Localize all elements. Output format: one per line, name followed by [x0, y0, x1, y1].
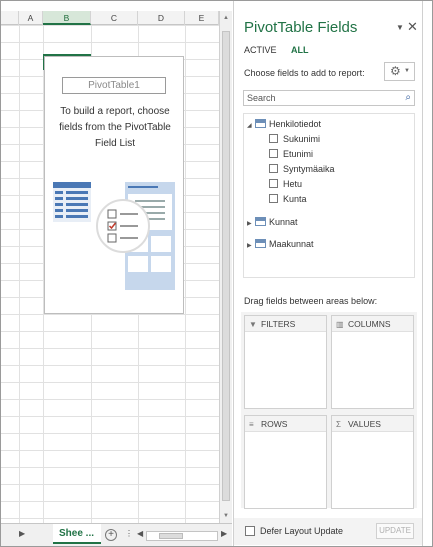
column-header-a[interactable]: A [19, 11, 43, 25]
values-area[interactable]: Σ VALUES [331, 415, 414, 509]
defer-layout-label: Defer Layout Update [260, 526, 344, 536]
select-all-corner[interactable] [1, 11, 19, 25]
chevron-down-icon[interactable]: ▼ [396, 23, 404, 32]
pivottable-fields-pane: PivotTable Fields ▼ ✕ ACTIVE ALL Choose … [233, 1, 422, 546]
columns-area-header: ▥ COLUMNS [332, 316, 413, 332]
tools-button[interactable]: ⚙ ▼ [384, 62, 415, 81]
field-checkbox[interactable] [269, 179, 278, 188]
field-label: Hetu [283, 179, 303, 189]
vertical-scrollbar[interactable]: ▲ ▼ [219, 11, 232, 523]
field-list: ◢ Henkilotiedot Sukunimi Etunimi Syntymäa… [243, 113, 415, 278]
tab-all[interactable]: ALL [291, 45, 309, 55]
chevron-down-icon: ▼ [404, 68, 410, 74]
column-header-b[interactable]: B [43, 11, 91, 25]
column-header-e[interactable]: E [185, 11, 219, 25]
scroll-down-icon[interactable]: ▼ [220, 511, 232, 521]
horizontal-scroll-thumb[interactable] [159, 533, 183, 539]
expand-icon[interactable]: ▶ [247, 240, 255, 253]
pivot-placeholder[interactable]: PivotTable1 To build a report, choose fi… [44, 56, 184, 314]
pivot-instruction: To build a report, choose fields from th… [59, 106, 171, 149]
field-checkbox[interactable] [269, 134, 278, 143]
pane-footer: Defer Layout Update UPDATE [234, 518, 422, 545]
horizontal-scrollbar[interactable] [146, 531, 218, 541]
values-area-header: Σ VALUES [332, 416, 413, 432]
values-label: VALUES [348, 419, 381, 429]
filter-icon: ▼ [249, 320, 257, 329]
field-checkbox[interactable] [269, 194, 278, 203]
close-icon[interactable]: ✕ [407, 19, 418, 35]
sheet-nav-right-icon[interactable]: ▶ [19, 529, 25, 538]
filters-label: FILTERS [261, 319, 296, 329]
columns-icon: ▥ [336, 320, 344, 329]
field-label: Etunimi [283, 149, 314, 159]
table-name: Maakunnat [269, 239, 314, 249]
field-sukunimi[interactable]: Sukunimi [269, 133, 320, 146]
expand-icon[interactable]: ▶ [247, 218, 255, 231]
sheet-tab-bar: ▶ Shee ... + ⋮ ◀ ▶ [1, 523, 232, 546]
search-input[interactable] [244, 91, 394, 105]
field-hetu[interactable]: Hetu [269, 178, 302, 191]
defer-layout-checkbox[interactable] [245, 526, 255, 536]
table-icon [255, 119, 266, 128]
gear-icon: ⚙ [390, 64, 401, 78]
field-checkbox[interactable] [269, 164, 278, 173]
drag-fields-label: Drag fields between areas below: [244, 296, 378, 306]
search-field[interactable]: ⌕ [243, 90, 415, 106]
column-header-c[interactable]: C [91, 11, 138, 25]
rows-label: ROWS [261, 419, 288, 429]
field-checkbox[interactable] [269, 149, 278, 158]
field-label: Kunta [283, 194, 307, 204]
column-headers: A B C D E [1, 11, 219, 25]
update-button[interactable]: UPDATE [376, 523, 414, 539]
sigma-icon: Σ [336, 420, 341, 429]
filters-area-header: ▼ FILTERS [245, 316, 326, 332]
table-name: Kunnat [269, 217, 298, 227]
table-icon [255, 239, 266, 248]
table-icon [255, 217, 266, 226]
field-kunta[interactable]: Kunta [269, 193, 307, 206]
field-syntymaaika[interactable]: Syntymäaika [269, 163, 335, 176]
columns-area[interactable]: ▥ COLUMNS [331, 315, 414, 409]
scroll-right-icon[interactable]: ▶ [221, 529, 227, 538]
tab-active[interactable]: ACTIVE [244, 45, 277, 55]
sheet-tab-active[interactable]: Shee ... [53, 524, 101, 544]
filters-area[interactable]: ▼ FILTERS [244, 315, 327, 409]
table-row-maakunnat[interactable]: ▶ Maakunnat [247, 238, 314, 251]
add-sheet-button[interactable]: + [105, 529, 117, 541]
rows-icon: ≡ [249, 420, 254, 429]
scroll-up-icon[interactable]: ▲ [220, 13, 232, 23]
choose-fields-label: Choose fields to add to report: [244, 68, 365, 78]
worksheet-area: A B C D E PivotTable1 To build a report,… [1, 1, 232, 546]
vertical-scroll-thumb[interactable] [222, 31, 230, 501]
rows-area[interactable]: ≡ ROWS [244, 415, 327, 509]
table-row-kunnat[interactable]: ▶ Kunnat [247, 216, 298, 229]
column-header-d[interactable]: D [138, 11, 185, 25]
columns-label: COLUMNS [348, 319, 391, 329]
pivot-table-name: PivotTable1 [62, 77, 166, 94]
more-options-icon[interactable]: ⋮ [125, 529, 133, 538]
field-etunimi[interactable]: Etunimi [269, 148, 313, 161]
field-label: Syntymäaika [283, 164, 335, 174]
rows-area-header: ≡ ROWS [245, 416, 326, 432]
field-label: Sukunimi [283, 134, 321, 144]
pane-title: PivotTable Fields [244, 19, 358, 36]
search-icon[interactable]: ⌕ [405, 92, 411, 103]
table-row-henkilotiedot[interactable]: ◢ Henkilotiedot [247, 118, 321, 131]
scroll-left-icon[interactable]: ◀ [137, 529, 143, 538]
table-name: Henkilotiedot [269, 119, 322, 129]
pivot-illustration-icon [53, 182, 175, 290]
background-sheet-edge [422, 1, 432, 546]
collapse-icon[interactable]: ◢ [247, 120, 255, 133]
